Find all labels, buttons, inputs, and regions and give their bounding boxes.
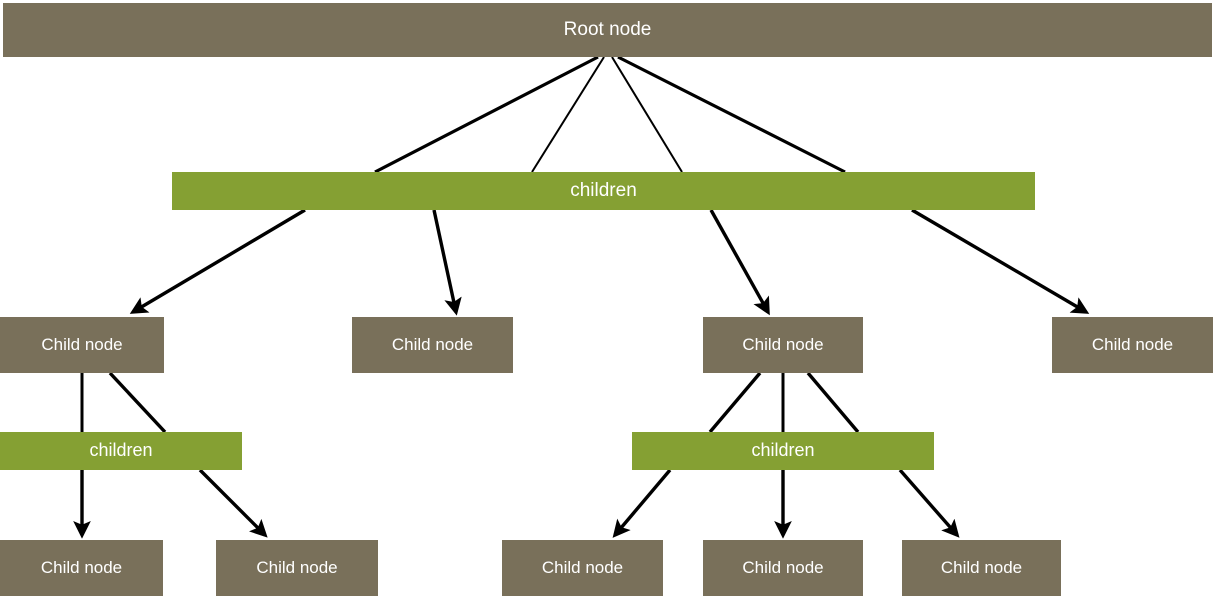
node-child-7-label: Child node [541, 557, 624, 577]
node-root-label: Root node [563, 18, 652, 40]
node-child-1-label: Child node [41, 334, 123, 354]
edge-arrow [612, 468, 672, 538]
node-child-3[interactable]: Child node [703, 317, 863, 373]
edge-line [708, 371, 762, 434]
node-child-4[interactable]: Child node [1052, 317, 1213, 373]
edge-layer [73, 55, 1090, 539]
edge-arrow [129, 208, 306, 314]
tree-diagram: Root node children Child node Child node… [0, 0, 1216, 598]
node-child-4-label: Child node [1091, 334, 1174, 354]
node-child-1[interactable]: Child node [0, 317, 164, 373]
node-children-right-label: children [751, 440, 815, 461]
edge-line [617, 55, 846, 174]
node-child-5[interactable]: Child node [0, 540, 163, 596]
node-child-6-label: Child node [256, 557, 338, 577]
edge-arrow [898, 468, 960, 538]
node-child-5-label: Child node [40, 557, 123, 577]
node-child-8-label: Child node [742, 557, 824, 577]
node-children-level1[interactable]: children [172, 172, 1035, 210]
node-child-9-label: Child node [940, 557, 1023, 577]
node-children-level1-label: children [570, 179, 637, 201]
edge-line [531, 56, 605, 173]
node-child-3-label: Child node [742, 334, 824, 354]
edge-arrow [911, 208, 1090, 314]
edge-line [806, 371, 860, 434]
node-children-right[interactable]: children [632, 432, 934, 470]
node-children-left-label: children [89, 440, 153, 461]
node-children-left[interactable]: children [0, 432, 242, 470]
node-child-6[interactable]: Child node [216, 540, 378, 596]
node-child-2-label: Child node [391, 334, 474, 354]
edge-line [374, 55, 599, 174]
edge-line [108, 371, 167, 434]
edge-line [611, 56, 683, 173]
node-child-8[interactable]: Child node [703, 540, 863, 596]
edge-arrow [432, 209, 462, 316]
node-child-7[interactable]: Child node [502, 540, 663, 596]
node-child-2[interactable]: Child node [352, 317, 513, 373]
node-root[interactable]: Root node [3, 3, 1212, 57]
node-child-9[interactable]: Child node [902, 540, 1061, 596]
edge-arrow [709, 209, 770, 316]
edge-arrow [198, 468, 268, 538]
